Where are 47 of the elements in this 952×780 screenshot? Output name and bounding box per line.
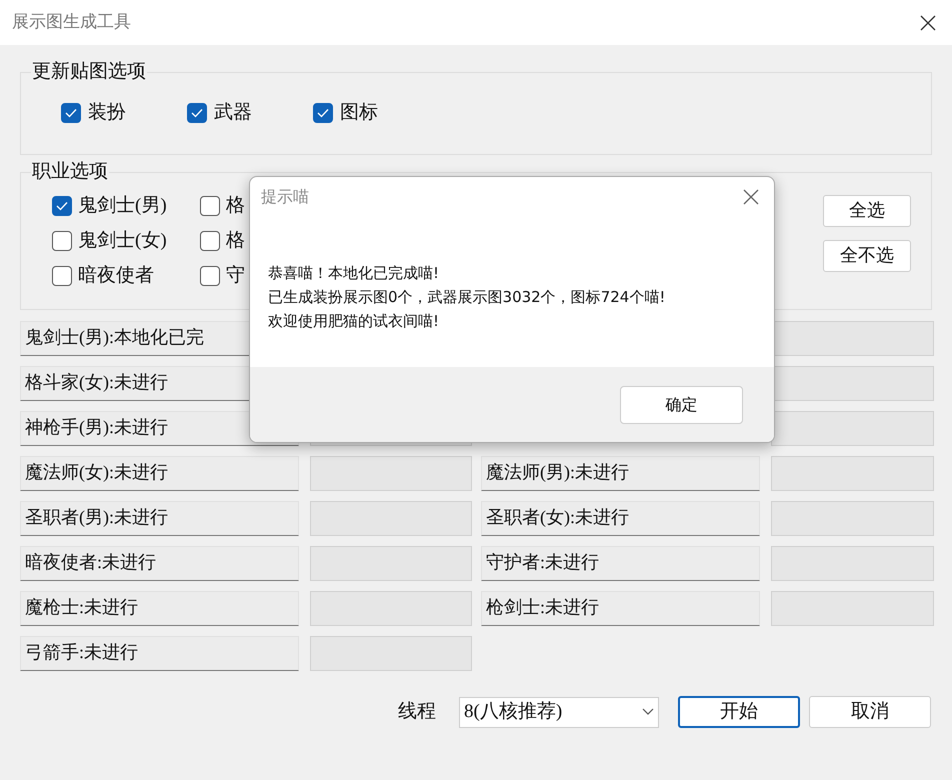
checkbox[interactable] — [313, 102, 333, 123]
checkbox-label: 暗夜使者 — [78, 264, 154, 288]
checkbox[interactable] — [200, 231, 220, 251]
checkbox[interactable] — [52, 231, 72, 251]
checkbox-label: 武器 — [214, 100, 252, 124]
status-label: 魔法师(男):未进行 — [481, 456, 760, 491]
checkbox[interactable] — [61, 102, 81, 123]
dialog-title: 提示喵 — [261, 186, 309, 208]
checkbox-label: 装扮 — [88, 100, 126, 124]
close-icon[interactable] — [743, 189, 759, 205]
close-icon[interactable] — [920, 14, 936, 30]
checkmark-icon — [65, 108, 77, 118]
ok-button[interactable]: 确定 — [620, 386, 743, 424]
status-label: 暗夜使者:未进行 — [20, 546, 299, 581]
checkbox[interactable] — [200, 196, 220, 216]
checkbox[interactable] — [187, 102, 207, 123]
action-button[interactable]: 开始 — [678, 696, 800, 728]
action-button[interactable]: 取消 — [809, 696, 931, 728]
checkbox-label: 鬼剑士(男) — [78, 194, 167, 218]
dialog-message: 恭喜喵！本地化已完成喵! — [268, 263, 440, 284]
dialog-message: 已生成装扮展示图0个，武器展示图3032个，图标724个喵! — [268, 287, 666, 308]
status-label: 守护者:未进行 — [481, 546, 760, 581]
status-label: 弓箭手:未进行 — [20, 636, 299, 671]
status-label: 枪剑士:未进行 — [481, 591, 760, 626]
checkbox-label: 鬼剑士(女) — [78, 228, 167, 253]
checkmark-icon — [317, 108, 329, 118]
window-title: 展示图生成工具 — [12, 10, 131, 34]
checkbox[interactable] — [52, 266, 72, 286]
threads-dropdown[interactable]: 8(八核推荐) — [459, 696, 659, 728]
checkmark-icon — [56, 201, 68, 211]
checkbox[interactable] — [52, 196, 72, 216]
checkbox-label: 图标 — [340, 100, 378, 124]
group-title: 更新贴图选项 — [31, 60, 147, 84]
checkbox-label: 格 — [226, 194, 245, 218]
threads-label: 线程 — [398, 700, 436, 724]
checkmark-icon — [191, 108, 203, 118]
group-title: 职业选项 — [31, 160, 109, 184]
status-label: 魔枪士:未进行 — [20, 591, 299, 626]
status-label: 魔法师(女):未进行 — [20, 456, 299, 491]
checkbox-label: 格 — [226, 228, 245, 253]
select-button[interactable]: 全不选 — [823, 240, 911, 272]
status-label: 圣职者(女):未进行 — [481, 501, 760, 536]
select-button[interactable]: 全选 — [823, 194, 911, 226]
status-label: 圣职者(男):未进行 — [20, 501, 299, 536]
checkbox[interactable] — [200, 266, 220, 286]
chevron-down-icon — [642, 708, 654, 716]
checkbox-label: 守 — [226, 264, 245, 288]
